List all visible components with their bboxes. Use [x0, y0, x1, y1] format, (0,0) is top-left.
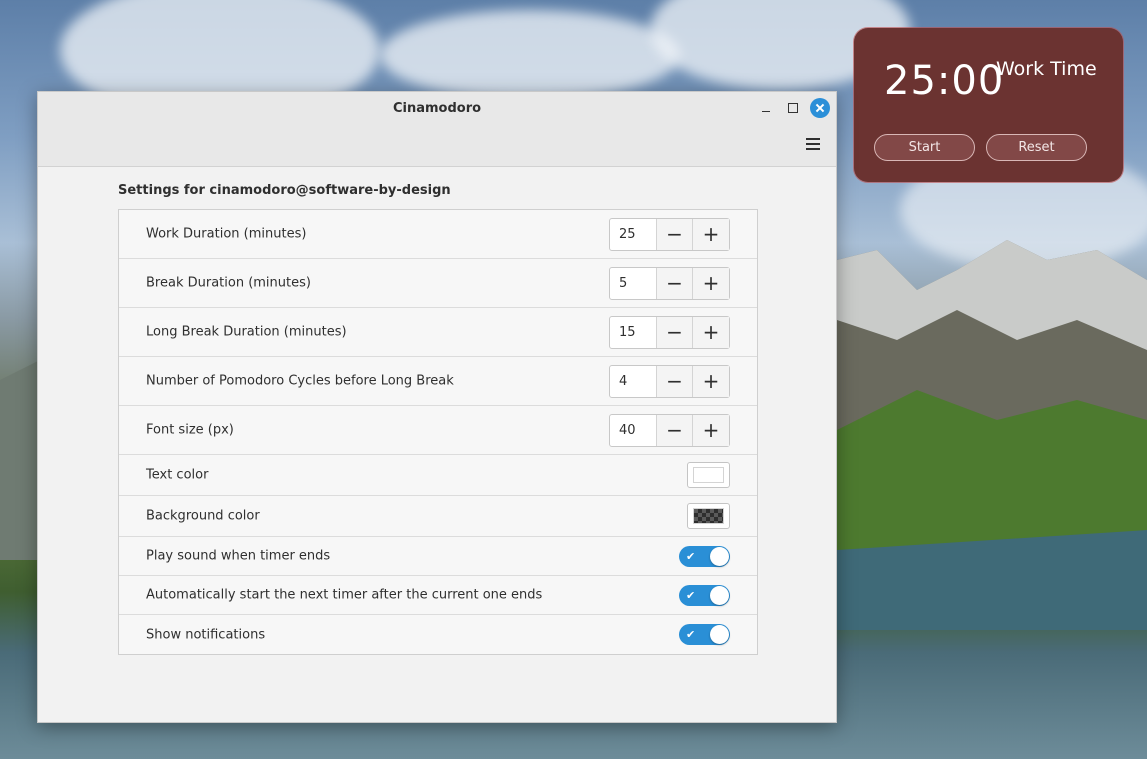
color-swatch: [693, 508, 724, 524]
check-icon: ✔: [686, 589, 696, 602]
plus-icon[interactable]: +: [693, 219, 729, 250]
minus-icon[interactable]: −: [657, 317, 693, 348]
minimize-icon[interactable]: [756, 98, 776, 118]
break-duration-spinner: 5 − +: [609, 267, 730, 300]
timer-time: 25:00: [884, 58, 1005, 104]
minus-icon[interactable]: −: [657, 366, 693, 397]
toggle-knob: [710, 547, 729, 566]
minus-icon[interactable]: −: [657, 415, 693, 446]
start-button[interactable]: Start: [874, 134, 975, 161]
minus-icon[interactable]: −: [657, 219, 693, 250]
setting-row-work-duration: Work Duration (minutes) 25 − +: [119, 210, 757, 259]
settings-heading: Settings for cinamodoro@software-by-desi…: [118, 183, 451, 198]
setting-label: Work Duration (minutes): [146, 226, 307, 242]
left-mountain-graphic: [0, 360, 40, 560]
window-title: Cinamodoro: [392, 101, 482, 116]
reset-button[interactable]: Reset: [986, 134, 1087, 161]
setting-label: Show notifications: [146, 627, 266, 642]
cycles-spinner: 4 − +: [609, 365, 730, 398]
color-swatch: [693, 467, 724, 483]
setting-row-background-color: Background color: [119, 496, 757, 537]
plus-icon[interactable]: +: [693, 366, 729, 397]
setting-label: Text color: [146, 467, 209, 483]
toggle-knob: [710, 625, 729, 644]
mountain-graphic: [837, 240, 1147, 630]
setting-row-font-size: Font size (px) 40 − +: [119, 406, 757, 455]
spinner-value[interactable]: 4: [610, 366, 657, 397]
setting-row-auto-start: Automatically start the next timer after…: [119, 576, 757, 615]
setting-row-break-duration: Break Duration (minutes) 5 − +: [119, 259, 757, 308]
setting-row-long-break-duration: Long Break Duration (minutes) 15 − +: [119, 308, 757, 357]
spinner-value[interactable]: 15: [610, 317, 657, 348]
long-break-duration-spinner: 15 − +: [609, 316, 730, 349]
setting-label: Play sound when timer ends: [146, 548, 331, 564]
work-duration-spinner: 25 − +: [609, 218, 730, 251]
auto-start-toggle[interactable]: ✔: [679, 585, 730, 606]
settings-list: Work Duration (minutes) 25 − + Break Dur…: [118, 209, 758, 655]
spinner-value[interactable]: 25: [610, 219, 657, 250]
check-icon: ✔: [686, 628, 696, 641]
setting-row-notifications: Show notifications ✔: [119, 615, 757, 654]
setting-row-cycles: Number of Pomodoro Cycles before Long Br…: [119, 357, 757, 406]
spinner-value[interactable]: 40: [610, 415, 657, 446]
setting-label: Long Break Duration (minutes): [146, 324, 347, 340]
timer-widget: 25:00 Work Time Start Reset: [854, 28, 1123, 182]
titlebar: Cinamodoro: [38, 92, 836, 167]
plus-icon[interactable]: +: [693, 268, 729, 299]
background-color-button[interactable]: [687, 503, 730, 529]
plus-icon[interactable]: +: [693, 317, 729, 348]
toggle-knob: [710, 586, 729, 605]
maximize-icon[interactable]: [783, 98, 803, 118]
setting-row-play-sound: Play sound when timer ends ✔: [119, 537, 757, 576]
setting-label: Break Duration (minutes): [146, 275, 311, 291]
font-size-spinner: 40 − +: [609, 414, 730, 447]
setting-label: Font size (px): [146, 422, 234, 438]
setting-label: Background color: [146, 508, 260, 524]
minus-icon[interactable]: −: [657, 268, 693, 299]
play-sound-toggle[interactable]: ✔: [679, 546, 730, 567]
close-icon[interactable]: [810, 98, 830, 118]
text-color-button[interactable]: [687, 462, 730, 488]
settings-window: Cinamodoro Settings for cinamodoro@softw…: [37, 91, 837, 723]
plus-icon[interactable]: +: [693, 415, 729, 446]
check-icon: ✔: [686, 550, 696, 563]
hamburger-menu-icon[interactable]: [806, 138, 822, 152]
notifications-toggle[interactable]: ✔: [679, 624, 730, 645]
spinner-value[interactable]: 5: [610, 268, 657, 299]
setting-label: Automatically start the next timer after…: [146, 587, 543, 603]
timer-mode-label: Work Time: [996, 58, 1097, 80]
setting-row-text-color: Text color: [119, 455, 757, 496]
setting-label: Number of Pomodoro Cycles before Long Br…: [146, 373, 454, 389]
